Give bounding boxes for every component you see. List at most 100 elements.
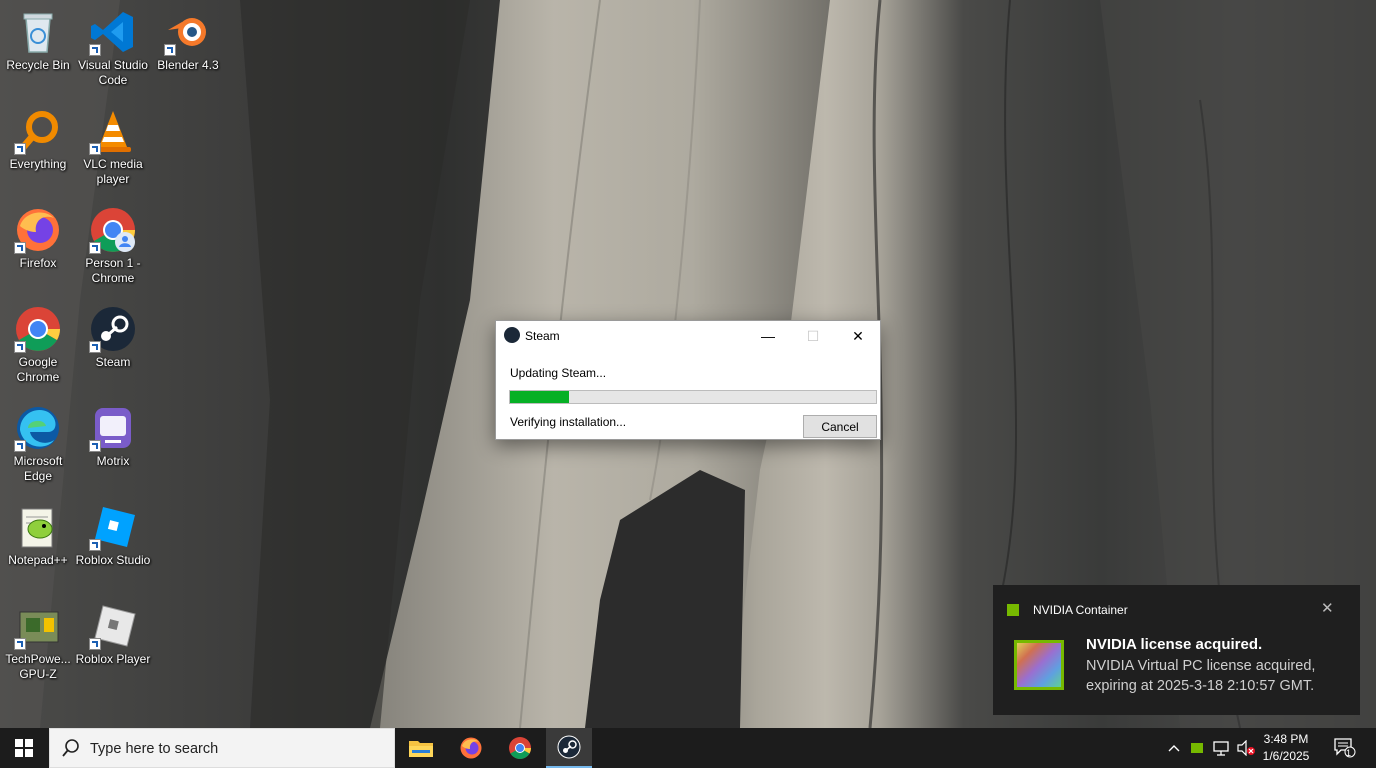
taskbar-steam[interactable]	[546, 728, 592, 768]
desktop-icon-label: Blender 4.3	[157, 58, 219, 72]
desktop-icon-gpuz[interactable]: TechPowe... GPU-Z	[0, 596, 76, 688]
shortcut-arrow-icon	[89, 44, 101, 56]
network-icon	[1213, 741, 1229, 756]
minimize-button[interactable]: —	[745, 321, 791, 351]
shortcut-arrow-icon	[14, 341, 26, 353]
clock-time: 3:48 PM	[1263, 732, 1309, 746]
steam-icon	[89, 305, 137, 353]
shortcut-arrow-icon	[89, 143, 101, 155]
chrome-icon	[509, 737, 531, 759]
roblox-studio-icon	[89, 503, 137, 551]
steam-icon	[557, 735, 581, 759]
taskbar-clock[interactable]: 3:48 PM 1/6/2025	[1258, 731, 1314, 765]
desktop-icon-roblox-player[interactable]: Roblox Player	[75, 596, 151, 688]
desktop-icon-microsoft-edge[interactable]: Microsoft Edge	[0, 398, 76, 490]
gpu-chip-icon	[1014, 640, 1064, 690]
chrome-icon	[14, 305, 62, 353]
desktop-icon-label: Microsoft Edge	[13, 454, 63, 483]
notification-title: NVIDIA license acquired.	[1086, 636, 1263, 653]
tray-network[interactable]	[1211, 728, 1233, 768]
shortcut-arrow-icon	[14, 440, 26, 452]
desktop-icon-label: Steam	[95, 355, 131, 369]
steam-icon	[504, 327, 520, 343]
shortcut-arrow-icon	[89, 242, 101, 254]
vlc-icon	[89, 107, 137, 155]
vscode-icon	[89, 8, 137, 56]
desktop-icon-chrome-profile[interactable]: Person 1 - Chrome	[75, 200, 151, 292]
taskbar-search-box[interactable]: Type here to search	[49, 728, 395, 768]
taskbar-file-explorer[interactable]	[398, 728, 444, 768]
start-button[interactable]	[0, 728, 48, 768]
desktop-icon-everything[interactable]: Everything	[0, 101, 76, 193]
desktop-icon-label: Person 1 - Chrome	[85, 256, 141, 285]
desktop-icon-firefox[interactable]: Firefox	[0, 200, 76, 292]
notification-app-name: NVIDIA Container	[1033, 603, 1128, 617]
progress-fill	[510, 391, 569, 403]
close-button[interactable]: ✕	[835, 321, 881, 351]
desktop-icon-steam[interactable]: Steam	[75, 299, 151, 391]
update-progress-bar	[509, 390, 877, 404]
desktop-icon-label: Roblox Player	[75, 652, 151, 666]
desktop-icon-blender[interactable]: Blender 4.3	[150, 2, 226, 94]
update-message: Updating Steam...	[510, 366, 607, 380]
chevron-up-icon	[1168, 745, 1180, 752]
tray-overflow-chevron[interactable]	[1164, 728, 1184, 768]
roblox-player-icon	[89, 602, 137, 650]
desktop-icon-google-chrome[interactable]: Google Chrome	[0, 299, 76, 391]
taskbar: Type here to search 3:48 PM 1/6/2025 1	[0, 728, 1376, 768]
notification-center-icon	[1334, 738, 1356, 758]
shortcut-arrow-icon	[164, 44, 176, 56]
shortcut-arrow-icon	[14, 242, 26, 254]
desktop-icon-label: Notepad++	[8, 553, 68, 567]
search-placeholder: Type here to search	[90, 741, 219, 757]
dialog-titlebar[interactable]: Steam — ☐ ✕	[496, 321, 880, 351]
desktop-icon-label: TechPowe... GPU-Z	[5, 652, 71, 681]
desktop-icon-label: Firefox	[19, 256, 57, 270]
gpuz-icon	[14, 602, 62, 650]
tray-volume[interactable]	[1235, 728, 1257, 768]
shortcut-arrow-icon	[14, 143, 26, 155]
shortcut-arrow-icon	[89, 539, 101, 551]
tray-nvidia[interactable]	[1187, 728, 1207, 768]
firefox-icon	[14, 206, 62, 254]
everything-search-icon	[14, 107, 62, 155]
desktop-icon-label: Visual Studio Code	[78, 58, 148, 87]
taskbar-chrome[interactable]	[497, 728, 543, 768]
chrome-profile-icon	[89, 206, 137, 254]
desktop-icon-roblox-studio[interactable]: Roblox Studio	[75, 497, 151, 589]
clock-date: 1/6/2025	[1262, 749, 1310, 763]
update-status: Verifying installation...	[510, 415, 627, 429]
desktop-icon-label: Motrix	[96, 454, 130, 468]
shortcut-arrow-icon	[89, 440, 101, 452]
notification-body: NVIDIA Virtual PC license acquired, expi…	[1086, 658, 1316, 694]
desktop-icon-motrix[interactable]: Motrix	[75, 398, 151, 490]
desktop-icon-vscode[interactable]: Visual Studio Code	[75, 2, 151, 94]
desktop-icon-label: Google Chrome	[16, 355, 60, 384]
cancel-button[interactable]: Cancel	[803, 415, 877, 438]
notification-count-badge: 1	[1346, 748, 1352, 758]
edge-icon	[14, 404, 62, 452]
taskbar-firefox[interactable]	[448, 728, 494, 768]
desktop-icon-vlc[interactable]: VLC media player	[75, 101, 151, 193]
steam-update-dialog: Steam — ☐ ✕ Updating Steam... Verifying …	[495, 320, 881, 440]
file-explorer-icon	[409, 741, 433, 757]
action-center-button[interactable]: 1	[1330, 728, 1360, 768]
desktop-icon-notepadpp[interactable]: Notepad++	[0, 497, 76, 589]
nvidia-icon	[1007, 604, 1019, 616]
shortcut-arrow-icon	[14, 638, 26, 650]
blender-icon	[164, 8, 212, 56]
notification-close-button[interactable]: ✕	[1321, 599, 1334, 617]
shortcut-arrow-icon	[89, 341, 101, 353]
dialog-title: Steam	[525, 329, 560, 343]
notification-toast[interactable]: NVIDIA Container ✕ NVIDIA license acquir…	[993, 585, 1360, 715]
desktop-icon-label: VLC media player	[83, 157, 143, 186]
desktop-icon-recycle-bin[interactable]: Recycle Bin	[0, 2, 76, 94]
maximize-button: ☐	[806, 327, 820, 344]
search-icon	[62, 739, 79, 757]
firefox-icon	[460, 737, 482, 759]
shortcut-arrow-icon	[89, 638, 101, 650]
desktop-icon-label: Roblox Studio	[75, 553, 151, 567]
recycle-bin-icon	[14, 8, 62, 56]
motrix-icon	[89, 404, 137, 452]
notepadpp-icon	[14, 503, 62, 551]
